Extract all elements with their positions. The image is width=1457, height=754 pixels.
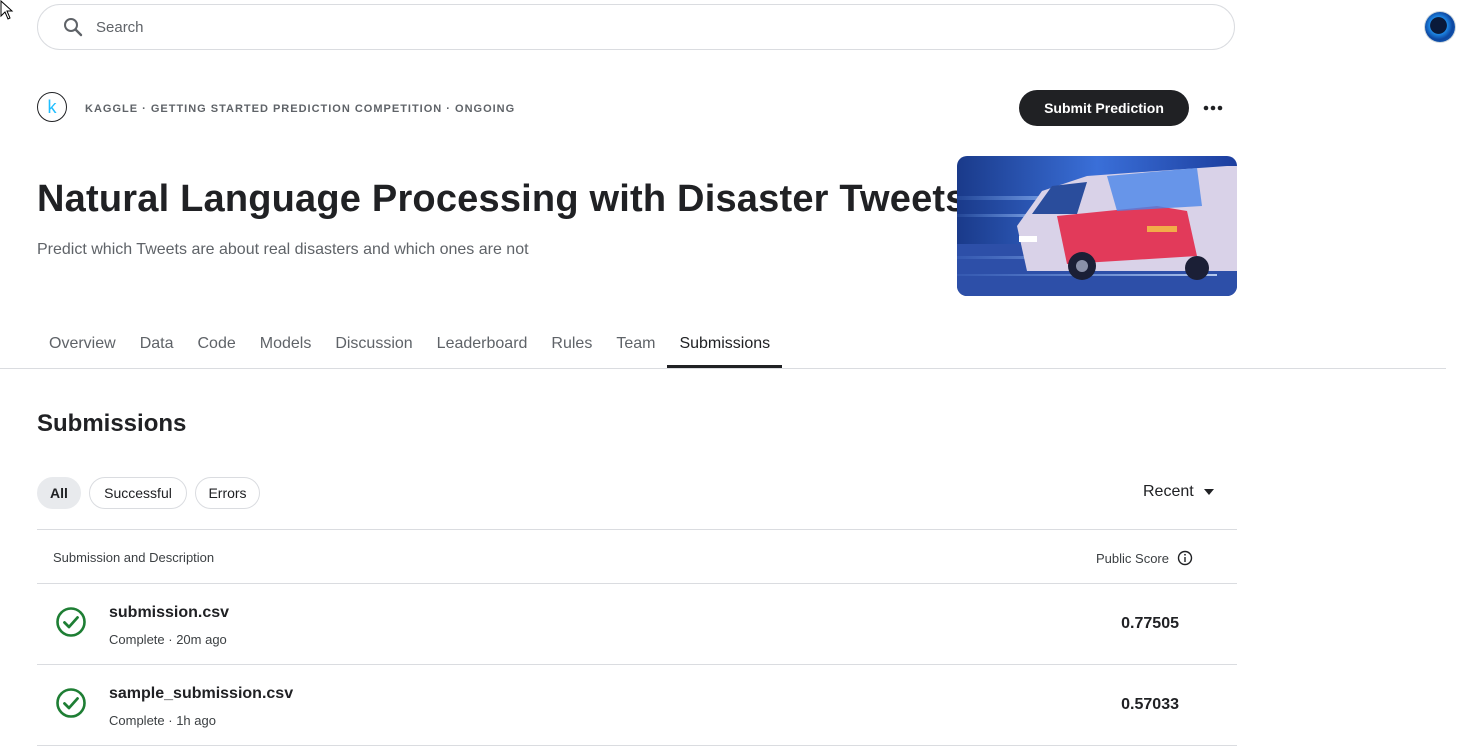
submissions-table: Submission and Description Public Score … xyxy=(37,529,1237,746)
table-header: Submission and Description Public Score xyxy=(37,529,1237,584)
competition-tabs: Overview Data Code Models Discussion Lea… xyxy=(37,332,783,368)
avatar[interactable] xyxy=(1425,12,1455,42)
column-submission: Submission and Description xyxy=(53,550,215,565)
public-score: 0.57033 xyxy=(1121,696,1179,713)
tab-submissions[interactable]: Submissions xyxy=(667,332,783,368)
tab-rules[interactable]: Rules xyxy=(539,332,604,368)
submission-filename[interactable]: submission.csv xyxy=(109,604,229,622)
submission-status: Complete · 20m ago xyxy=(109,632,227,647)
caret-down-icon xyxy=(1203,489,1214,495)
tab-overview[interactable]: Overview xyxy=(37,332,128,368)
page-subtitle: Predict which Tweets are about real disa… xyxy=(37,241,529,258)
submission-status: Complete · 1h ago xyxy=(109,713,216,728)
check-circle-icon xyxy=(56,688,86,718)
kaggle-logo[interactable]: k xyxy=(37,92,67,122)
search-bar[interactable] xyxy=(37,4,1235,50)
column-public-score-label: Public Score xyxy=(1096,550,1169,566)
check-circle-icon xyxy=(56,607,86,637)
tab-team[interactable]: Team xyxy=(604,332,667,368)
submit-prediction-button[interactable]: Submit Prediction xyxy=(1019,90,1189,126)
competition-kicker: Kaggle · Getting Started Prediction Comp… xyxy=(85,103,516,115)
sort-dropdown[interactable]: Recent xyxy=(1143,483,1214,501)
section-title: Submissions xyxy=(37,410,187,437)
tabs-divider xyxy=(0,368,1446,369)
info-icon[interactable] xyxy=(1177,550,1193,566)
tab-data[interactable]: Data xyxy=(128,332,186,368)
tab-code[interactable]: Code xyxy=(185,332,247,368)
more-icon[interactable] xyxy=(1199,94,1227,122)
tab-leaderboard[interactable]: Leaderboard xyxy=(425,332,540,368)
table-row[interactable]: sample_submission.csv Complete · 1h ago … xyxy=(37,665,1237,746)
cursor-icon xyxy=(0,0,14,20)
sort-label: Recent xyxy=(1143,483,1194,500)
page-title: Natural Language Processing with Disaste… xyxy=(37,178,967,220)
submission-filename[interactable]: sample_submission.csv xyxy=(109,685,293,703)
public-score: 0.77505 xyxy=(1121,615,1179,632)
filter-errors[interactable]: Errors xyxy=(195,477,260,509)
competition-banner-image xyxy=(957,156,1237,296)
filter-successful[interactable]: Successful xyxy=(89,477,187,509)
tab-discussion[interactable]: Discussion xyxy=(323,332,424,368)
search-input[interactable] xyxy=(94,17,1098,37)
tab-models[interactable]: Models xyxy=(248,332,324,368)
table-row[interactable]: submission.csv Complete · 20m ago 0.7750… xyxy=(37,584,1237,665)
column-public-score: Public Score xyxy=(1096,550,1193,566)
search-icon xyxy=(62,16,84,38)
filter-all[interactable]: All xyxy=(37,477,81,509)
